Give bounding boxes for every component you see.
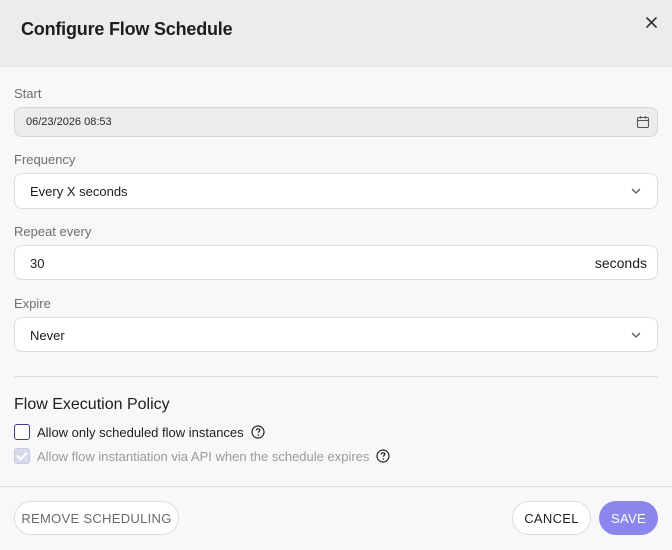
section-divider [14,376,658,377]
chevron-down-icon [631,188,641,194]
repeat-suffix: seconds [594,255,647,271]
repeat-input[interactable]: 30 seconds [14,245,658,280]
start-value: 06/23/2026 08:53 [26,116,112,128]
scheduled-only-label: Allow only scheduled flow instances [37,424,244,440]
remove-scheduling-button[interactable]: REMOVE SCHEDULING [14,501,179,535]
policy-title: Flow Execution Policy [14,396,170,413]
close-icon[interactable] [642,13,660,31]
frequency-label: Frequency [14,152,76,167]
frequency-value: Every X seconds [30,184,128,199]
scheduled-only-checkbox[interactable] [14,424,30,440]
start-label: Start [14,86,42,101]
api-instantiation-label: Allow flow instantiation via API when th… [37,448,370,464]
expire-label: Expire [14,296,51,311]
policy-option-api-instantiation: Allow flow instantiation via API when th… [14,448,391,464]
save-button[interactable]: SAVE [599,501,658,535]
schedule-dialog: Configure Flow Schedule Start 06/23/2026… [0,0,672,550]
policy-option-scheduled-only[interactable]: Allow only scheduled flow instances [14,424,265,440]
api-instantiation-checkbox [14,448,30,464]
footer-divider [0,486,672,487]
calendar-icon[interactable] [636,115,650,129]
expire-value: Never [30,328,65,343]
chevron-down-icon [631,332,641,338]
dialog-header: Configure Flow Schedule [0,0,672,67]
frequency-select[interactable]: Every X seconds [14,173,658,209]
cancel-button[interactable]: CANCEL [512,501,591,535]
help-icon[interactable] [251,425,265,439]
repeat-value: 30 [30,256,45,271]
dialog-title: Configure Flow Schedule [21,19,233,39]
expire-select[interactable]: Never [14,317,658,352]
repeat-label: Repeat every [14,224,92,239]
start-field: 06/23/2026 08:53 [14,107,658,137]
help-icon[interactable] [376,449,391,463]
